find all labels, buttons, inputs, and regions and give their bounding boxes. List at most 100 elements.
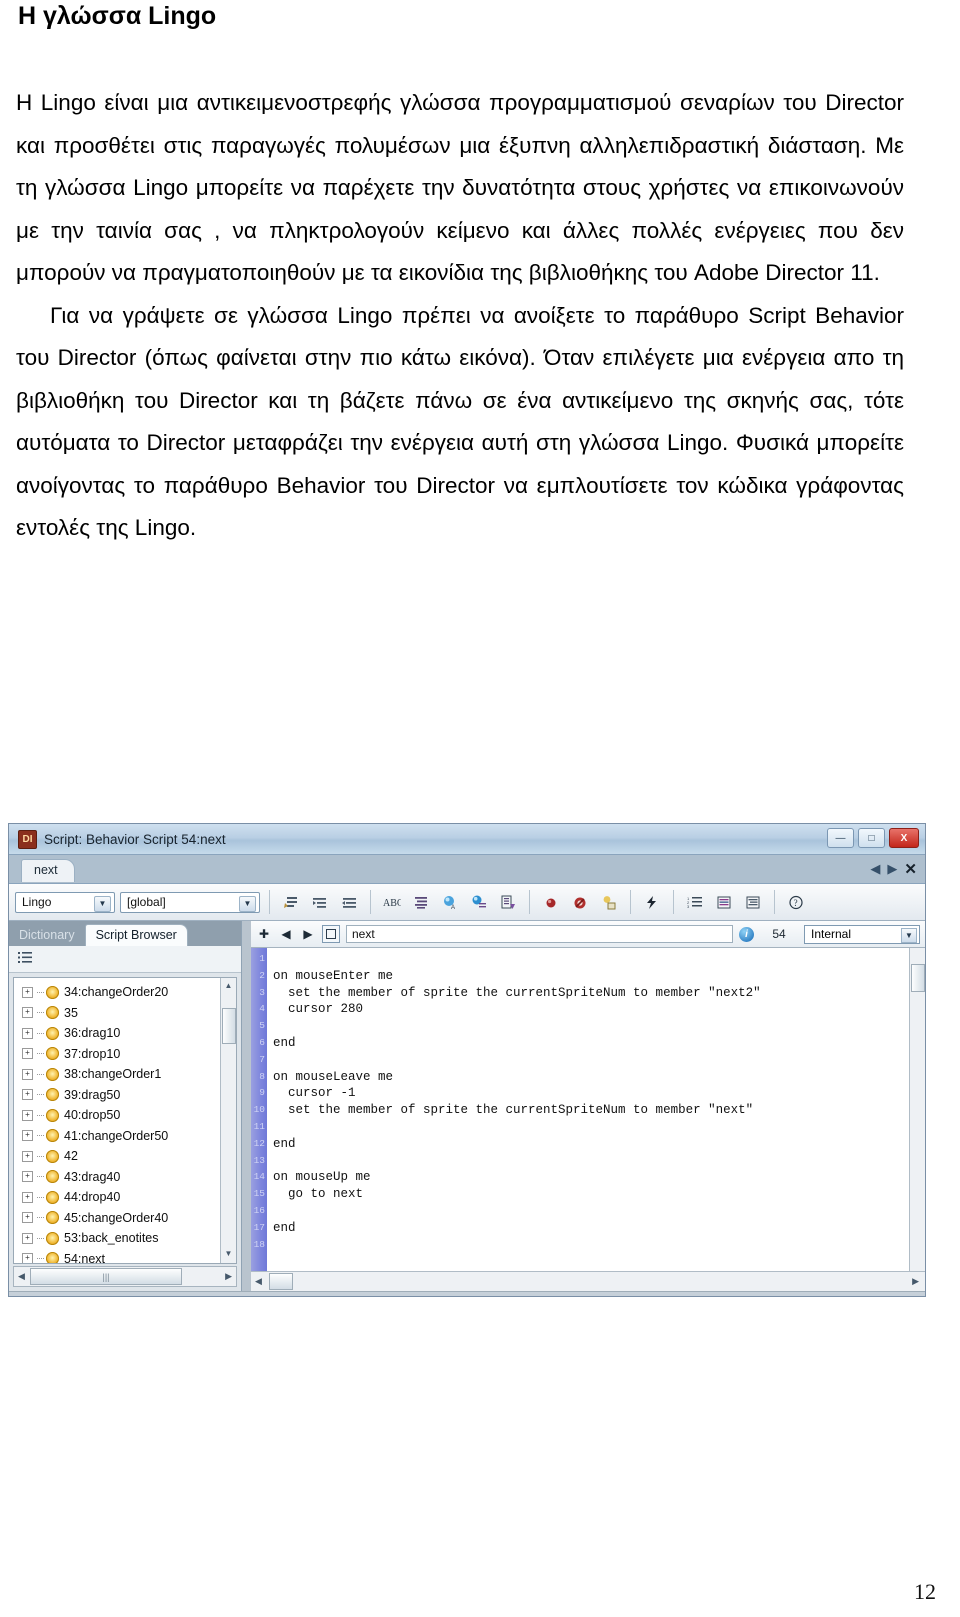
code-horizontal-scrollbar[interactable]: ◀ ▶ bbox=[251, 1271, 925, 1291]
language-select[interactable]: Lingo ▼ bbox=[15, 891, 115, 913]
tree-item[interactable]: +53:back_enotites bbox=[22, 1228, 221, 1249]
tree-item[interactable]: +54:next bbox=[22, 1249, 221, 1263]
expand-icon[interactable]: + bbox=[22, 1027, 33, 1039]
go-to-script-icon[interactable] bbox=[467, 890, 491, 914]
maximize-button[interactable]: □ bbox=[858, 828, 885, 848]
paragraph-2-text: Για να γράψετε σε γλώσσα Lingo πρέπει να… bbox=[16, 302, 904, 541]
code-color-icon[interactable] bbox=[712, 890, 736, 914]
script-editor-panel: ✚ ◀ ▶ next i 54 Internal ▼ 1 2 3 4 5 6 7 8 9 10 11… bbox=[251, 921, 925, 1291]
tree-item[interactable]: +34:changeOrder20 bbox=[22, 982, 221, 1003]
tab-next-icon[interactable]: ▶ bbox=[887, 861, 897, 877]
tree-item[interactable]: +41:changeOrder50 bbox=[22, 1126, 221, 1147]
help-icon[interactable]: ? bbox=[784, 890, 808, 914]
run-script-icon[interactable] bbox=[640, 890, 664, 914]
tree-line bbox=[37, 1217, 44, 1219]
next-script-icon[interactable]: ▶ bbox=[300, 927, 316, 941]
scroll-up-icon[interactable]: ▲ bbox=[223, 981, 234, 992]
expand-icon[interactable]: + bbox=[22, 1048, 33, 1060]
behavior-script-icon bbox=[46, 985, 59, 999]
paragraph-2: Για να γράψετε σε γλώσσα Lingo πρέπει να… bbox=[16, 295, 904, 550]
chevron-down-icon[interactable]: ▼ bbox=[94, 895, 111, 912]
code-vertical-scrollbar[interactable] bbox=[909, 948, 925, 1271]
indent-icon[interactable] bbox=[308, 890, 332, 914]
tree-hscroll-thumb[interactable]: ||| bbox=[30, 1268, 182, 1285]
go-to-handler-icon[interactable]: A bbox=[438, 890, 462, 914]
toggle-breakpoint-icon[interactable] bbox=[539, 890, 563, 914]
expand-icon[interactable]: + bbox=[22, 1089, 33, 1101]
member-name-input[interactable]: next bbox=[346, 925, 733, 943]
expand-icon[interactable]: + bbox=[22, 1253, 33, 1263]
expand-icon[interactable]: + bbox=[22, 1109, 33, 1121]
chevron-down-icon[interactable]: ▼ bbox=[239, 895, 256, 912]
tree-item[interactable]: +37:drop10 bbox=[22, 1044, 221, 1065]
expand-icon[interactable]: + bbox=[22, 1068, 33, 1080]
ignore-breakpoints-icon[interactable] bbox=[568, 890, 592, 914]
tree-item[interactable]: +43:drag40 bbox=[22, 1167, 221, 1188]
expand-icon[interactable]: + bbox=[22, 1130, 33, 1142]
tree-horizontal-scrollbar[interactable]: ◀ ||| ▶ bbox=[13, 1266, 237, 1287]
expand-icon[interactable]: + bbox=[22, 1212, 33, 1224]
outdent-icon[interactable] bbox=[337, 890, 361, 914]
tree-item-label: 34:changeOrder20 bbox=[64, 985, 169, 1000]
expand-icon[interactable]: + bbox=[22, 1150, 33, 1162]
scroll-left-icon[interactable]: ◀ bbox=[255, 1276, 262, 1287]
tab-next[interactable]: next bbox=[21, 859, 75, 882]
code-hscroll-thumb[interactable] bbox=[269, 1273, 293, 1290]
tab-script-browser[interactable]: Script Browser bbox=[84, 924, 188, 946]
tree-item[interactable]: +40:drop50 bbox=[22, 1105, 221, 1126]
tree-item[interactable]: +45:changeOrder40 bbox=[22, 1208, 221, 1229]
behavior-script-icon bbox=[46, 1088, 59, 1102]
alphabetize-icon[interactable]: ABC bbox=[380, 890, 404, 914]
scroll-down-icon[interactable]: ▼ bbox=[223, 1249, 234, 1260]
recompile-icon[interactable] bbox=[496, 890, 520, 914]
tab-prev-icon[interactable]: ◀ bbox=[870, 861, 880, 877]
expand-icon[interactable]: + bbox=[22, 1007, 33, 1019]
line-numbers-icon[interactable]: 123 bbox=[683, 890, 707, 914]
scroll-left-icon[interactable]: ◀ bbox=[18, 1271, 25, 1282]
tree-item-label: 43:drag40 bbox=[64, 1169, 121, 1184]
cast-library-select[interactable]: Internal ▼ bbox=[804, 924, 920, 944]
expand-icon[interactable]: + bbox=[22, 986, 33, 998]
tree-item[interactable]: +36:drag10 bbox=[22, 1023, 221, 1044]
tree-scroll-thumb[interactable] bbox=[222, 1008, 236, 1044]
scope-select[interactable]: [global] ▼ bbox=[120, 891, 260, 913]
tree-item[interactable]: +42 bbox=[22, 1146, 221, 1167]
toolbar-separator bbox=[269, 890, 270, 914]
expand-icon[interactable]: + bbox=[22, 1191, 33, 1203]
tree-item[interactable]: +38:changeOrder1 bbox=[22, 1064, 221, 1085]
list-view-icon[interactable] bbox=[18, 951, 33, 967]
expand-icon[interactable]: + bbox=[22, 1232, 33, 1244]
toolbar-separator bbox=[370, 890, 371, 914]
tree-vertical-scrollbar[interactable]: ▲ ▼ bbox=[220, 978, 236, 1263]
tree-item[interactable]: +44:drop40 bbox=[22, 1187, 221, 1208]
chevron-down-icon[interactable]: ▼ bbox=[901, 927, 917, 943]
tree-item[interactable]: +39:drag50 bbox=[22, 1085, 221, 1106]
script-box-icon[interactable] bbox=[322, 925, 340, 943]
svg-text:ABC: ABC bbox=[383, 898, 401, 909]
watch-expression-icon[interactable] bbox=[597, 890, 621, 914]
scroll-right-icon[interactable]: ▶ bbox=[912, 1276, 919, 1287]
tab-dictionary[interactable]: Dictionary bbox=[9, 925, 85, 946]
toolbar-separator bbox=[673, 890, 674, 914]
behavior-script-icon bbox=[46, 1170, 59, 1184]
behavior-script-icon bbox=[46, 1047, 59, 1061]
info-icon[interactable]: i bbox=[739, 926, 754, 942]
script-tree[interactable]: +34:changeOrder20 +35 +36:drag10 +37:dro… bbox=[13, 977, 237, 1264]
expand-icon[interactable]: + bbox=[22, 1171, 33, 1183]
close-button[interactable]: X bbox=[889, 828, 919, 848]
code-text[interactable]: on mouseEnter me set the member of sprit… bbox=[267, 948, 925, 1271]
code-indent-icon[interactable] bbox=[741, 890, 765, 914]
code-editor[interactable]: 1 2 3 4 5 6 7 8 9 10 11 12 13 14 15 16 17 18 on mouseEnte… bbox=[251, 948, 925, 1271]
tab-close-icon[interactable]: ✕ bbox=[904, 860, 917, 878]
code-scroll-thumb[interactable] bbox=[911, 964, 925, 992]
minimize-button[interactable]: — bbox=[827, 828, 854, 848]
previous-script-icon[interactable]: ◀ bbox=[278, 927, 294, 941]
add-script-icon[interactable]: ✚ bbox=[256, 927, 272, 941]
comment-icon[interactable] bbox=[279, 890, 303, 914]
tree-line bbox=[37, 1176, 44, 1178]
tree-item[interactable]: +35 bbox=[22, 1003, 221, 1024]
align-icon[interactable] bbox=[409, 890, 433, 914]
scroll-right-icon[interactable]: ▶ bbox=[225, 1271, 232, 1282]
tree-line bbox=[37, 991, 44, 993]
pane-splitter[interactable] bbox=[242, 921, 251, 1291]
